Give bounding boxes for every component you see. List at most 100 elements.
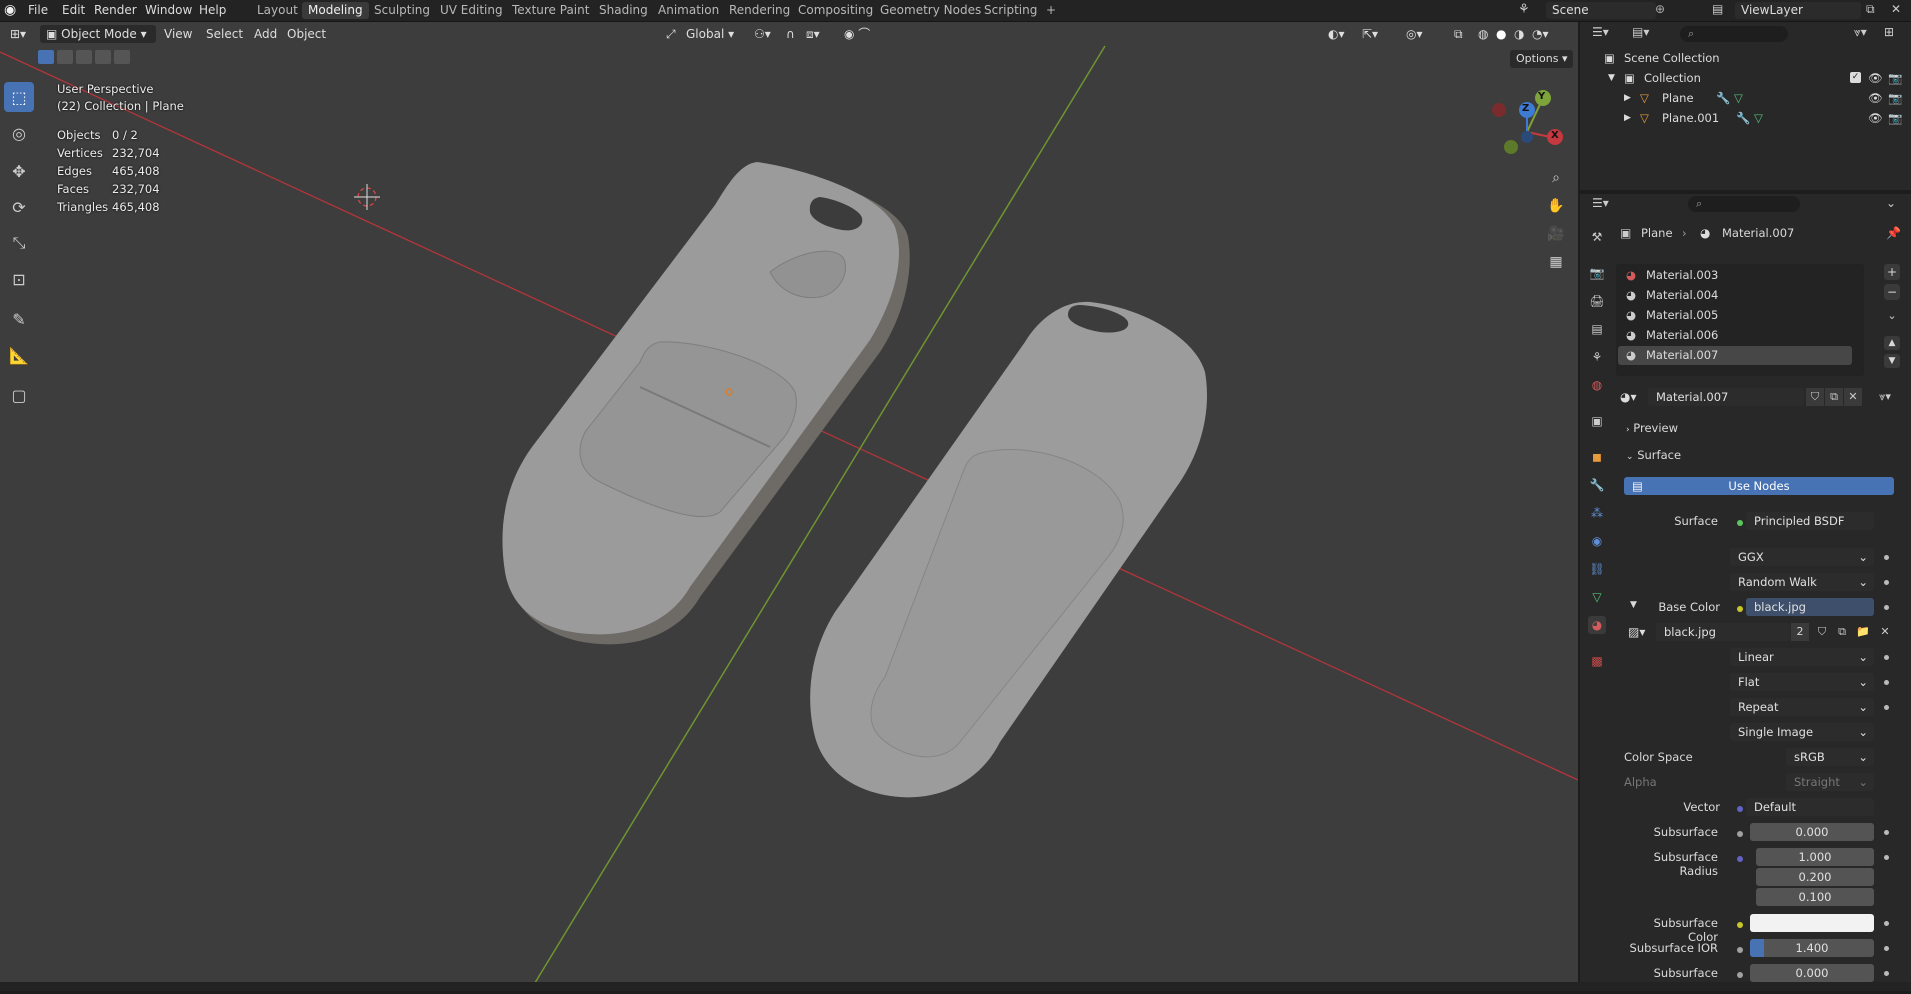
scene-tab-icon[interactable]: ⚘ [1588, 348, 1606, 366]
duplicate-image-icon[interactable]: ⧉ [1834, 623, 1850, 641]
subsurface-ior-field[interactable]: 1.400 [1750, 939, 1874, 957]
modifier-tab-icon[interactable]: 🔧 [1588, 476, 1606, 494]
surface-panel-header[interactable]: ⌄ Surface [1622, 445, 1902, 465]
world-tab-icon[interactable]: ◍ [1588, 376, 1606, 394]
modifier-wrench-icon[interactable]: 🔧 [1716, 88, 1730, 108]
select-new-icon[interactable] [38, 50, 54, 64]
tab-animation[interactable]: Animation [652, 2, 725, 19]
gizmo-x-label[interactable]: X [1551, 130, 1559, 141]
outliner-editor-type-icon[interactable]: ☰▾ [1592, 25, 1609, 39]
keyframe-dot[interactable] [1884, 680, 1889, 685]
tab-geometry-nodes[interactable]: Geometry Nodes [874, 2, 987, 19]
expand-arrow-icon[interactable]: ▼ [1608, 68, 1615, 88]
visibility-eye-icon[interactable]: 👁 [1868, 108, 1883, 128]
remove-view-layer-icon[interactable]: ✕ [1891, 2, 1901, 16]
projection-dropdown[interactable]: Flat ⌄ [1730, 673, 1874, 691]
move-tool-icon[interactable]: ✥ [4, 156, 34, 186]
rotate-tool-icon[interactable]: ⟳ [4, 192, 34, 222]
properties-editor-type-icon[interactable]: ☰▾ [1592, 196, 1609, 210]
modifier-wrench-icon[interactable]: 🔧 [1736, 108, 1750, 128]
remove-material-slot-button[interactable]: − [1884, 284, 1900, 300]
pivot-point-icon[interactable]: ⚇▾ [748, 25, 777, 43]
cursor-tool-icon[interactable]: ◎ [4, 118, 34, 148]
output-tab-icon[interactable]: 🖨 [1588, 292, 1606, 310]
texture-tab-icon[interactable]: ▩ [1588, 652, 1606, 670]
menu-help[interactable]: Help [199, 3, 226, 18]
constraints-tab-icon[interactable]: ⛓ [1588, 560, 1606, 578]
keyframe-dot[interactable] [1884, 971, 1889, 976]
render-camera-icon[interactable]: 📷 [1888, 108, 1902, 128]
base-color-expand-icon[interactable]: ▼ [1630, 600, 1637, 610]
tab-rendering[interactable]: Rendering [723, 2, 796, 19]
material-slot-item[interactable]: ◕ Material.003 [1618, 266, 1852, 285]
slot-specials-chevron-icon[interactable]: ⌄ [1884, 308, 1900, 324]
material-slot-item-active[interactable]: ◕ Material.007 [1618, 346, 1852, 365]
material-slot-item[interactable]: ◕ Material.004 [1618, 286, 1852, 305]
menu-view[interactable]: View [158, 25, 198, 43]
keyframe-dot[interactable] [1884, 705, 1889, 710]
menu-add[interactable]: Add [248, 25, 283, 43]
link-mode-icon[interactable]: ⩔▾ [1872, 388, 1898, 406]
editor-type-icon[interactable]: ⊞▾ [4, 25, 32, 43]
material-name-field[interactable]: Material.007 [1648, 388, 1804, 406]
transform-tool-icon[interactable]: ⊡ [4, 264, 34, 294]
tab-scripting[interactable]: Scripting [978, 2, 1043, 19]
overlays-icon[interactable]: ◎▾ [1400, 25, 1429, 43]
select-box-tool-icon[interactable]: ⬚ [4, 82, 34, 112]
view-layer-tab-icon[interactable]: ▤ [1588, 320, 1606, 338]
shading-rendered-icon[interactable]: ◔▾ [1526, 25, 1555, 43]
add-material-slot-button[interactable]: + [1884, 264, 1900, 280]
gizmo-y-label[interactable]: Y [1538, 91, 1545, 102]
extension-dropdown[interactable]: Repeat ⌄ [1730, 698, 1874, 716]
keyframe-dot[interactable] [1884, 946, 1889, 951]
measure-tool-icon[interactable]: 📐 [4, 340, 34, 370]
open-image-folder-icon[interactable]: 📁 [1855, 623, 1871, 641]
mesh-data-icon[interactable]: ▽ [1734, 88, 1743, 108]
material-slot-item[interactable]: ◕ Material.006 [1618, 326, 1852, 345]
keyframe-dot[interactable] [1884, 655, 1889, 660]
transform-orientation-selector[interactable]: Global ▾ [680, 25, 740, 43]
select-subtract-icon[interactable] [76, 50, 92, 64]
browse-image-icon[interactable]: ▨▾ [1628, 623, 1652, 641]
tab-uv-editing[interactable]: UV Editing [434, 2, 509, 19]
tab-shading[interactable]: Shading [593, 2, 654, 19]
tab-sculpting[interactable]: Sculpting [368, 2, 436, 19]
expand-arrow-icon[interactable]: ▶ [1624, 88, 1631, 108]
unlink-image-icon[interactable]: ✕ [1877, 623, 1893, 641]
color-space-dropdown[interactable]: sRGB ⌄ [1786, 748, 1874, 766]
image-name-field[interactable]: black.jpg [1656, 623, 1790, 641]
subsurface-radius-y-field[interactable]: 0.200 [1756, 868, 1874, 886]
tab-layout[interactable]: Layout [251, 2, 304, 19]
pin-icon[interactable]: 📌 [1886, 226, 1901, 240]
xray-icon[interactable]: ⧉ [1448, 25, 1469, 43]
expand-arrow-icon[interactable]: ▶ [1624, 108, 1631, 128]
surface-shader-selector[interactable]: Principled BSDF [1746, 512, 1874, 530]
outliner-search-input[interactable]: ⌕ [1680, 26, 1788, 42]
fake-user-shield-icon[interactable]: ⛉ [1814, 623, 1830, 641]
options-button[interactable]: Options ▾ [1510, 50, 1574, 68]
breadcrumb-material[interactable]: Material.007 [1722, 226, 1794, 240]
material-tab-icon[interactable]: ◕ [1588, 616, 1606, 634]
visibility-eye-icon[interactable]: 👁 [1868, 68, 1883, 88]
scene-selector[interactable]: Scene [1546, 2, 1656, 19]
gizmo-z-label[interactable]: Z [1522, 103, 1529, 114]
keyframe-dot[interactable] [1884, 855, 1889, 860]
menu-object[interactable]: Object [281, 25, 332, 43]
breadcrumb-object[interactable]: Plane [1641, 226, 1673, 240]
view-layer-selector[interactable]: ViewLayer [1735, 2, 1861, 19]
camera-view-icon[interactable]: 🎥 [1546, 224, 1566, 244]
menu-edit[interactable]: Edit [62, 3, 85, 18]
scene-icon[interactable]: ⚘ [1518, 2, 1530, 17]
pin-icon[interactable]: ⊕ [1655, 2, 1665, 16]
image-source-dropdown[interactable]: Single Image ⌄ [1730, 723, 1874, 741]
keyframe-dot[interactable] [1884, 830, 1889, 835]
object-tab-icon[interactable]: ◼ [1588, 448, 1606, 466]
subsurface-method-dropdown[interactable]: Random Walk ⌄ [1730, 573, 1874, 591]
subsurface-radius-z-field[interactable]: 0.100 [1756, 888, 1874, 906]
menu-file[interactable]: File [28, 3, 48, 18]
outliner-row-plane[interactable]: ▶ ▽ Plane 🔧 ▽ 👁 📷 [1580, 88, 1911, 108]
subsurface-value-field[interactable]: 0.000 [1750, 823, 1874, 841]
keyframe-dot[interactable] [1884, 605, 1889, 610]
outliner-row-scene-collection[interactable]: ▣ Scene Collection [1580, 48, 1911, 68]
visibility-eye-icon[interactable]: 👁 [1868, 88, 1883, 108]
